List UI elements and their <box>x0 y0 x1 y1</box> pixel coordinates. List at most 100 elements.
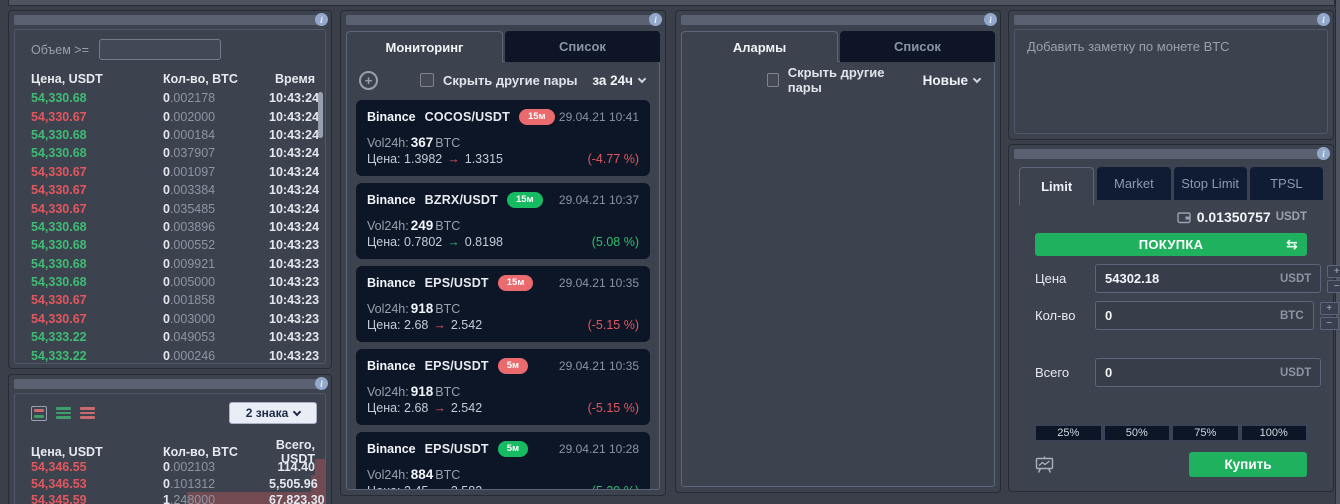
orderbook-row[interactable]: 54,346.53 0.101312 5,505.96 <box>15 475 325 492</box>
price-input[interactable] <box>1105 271 1280 286</box>
trade-price: 54,333.22 <box>31 330 87 345</box>
amount-increment-button[interactable]: + <box>1319 301 1339 315</box>
signal-datetime: 29.04.21 10:35 <box>558 359 639 373</box>
table-row: 54,330.68 0.005000 10:43:23 <box>15 273 325 291</box>
signal-card[interactable]: Binance COCOS/USDT 15м 29.04.21 10:41 Vo… <box>356 100 650 176</box>
price-to: 2.542 <box>450 401 483 415</box>
trade-price: 54,330.67 <box>31 164 87 179</box>
trade-time: 10:43:24 <box>269 146 320 161</box>
percent-100-button[interactable]: 100% <box>1240 425 1307 441</box>
chevron-down-icon <box>637 74 647 84</box>
price-increment-button[interactable]: + <box>1327 264 1340 278</box>
signal-card[interactable]: Binance EPS/USDT 5м 29.04.21 10:28 Vol24… <box>356 432 650 489</box>
book-asks-view-icon[interactable] <box>80 407 95 419</box>
exchange-name: Binance <box>367 442 416 456</box>
info-icon[interactable]: i <box>315 377 328 390</box>
volume-line: Vol24h: 918 BTC <box>367 384 461 399</box>
coin-note-textarea[interactable] <box>1015 30 1327 133</box>
table-row: 54,333.22 0.049053 10:43:23 <box>15 328 325 346</box>
tab-market[interactable]: Market <box>1097 167 1171 200</box>
swap-side-icon[interactable]: ⇆ <box>1286 236 1298 253</box>
orderbook-panel-body: 2 знака Цена, USDT Кол-во, BTC Всего, US… <box>14 393 326 504</box>
amount-input[interactable] <box>1105 308 1280 323</box>
trade-price: 54,330.67 <box>31 109 87 124</box>
trade-qty-int: 0 <box>163 219 170 234</box>
alarms-filter-dropdown[interactable]: Новые <box>923 73 982 88</box>
balance-unit: USDT <box>1275 211 1307 223</box>
trade-qty: 0.003000 <box>163 312 269 326</box>
trades-panel-body: Объем >= Цена, USDT Кол-во, BTC Время 54… <box>14 29 326 364</box>
signal-card[interactable]: Binance EPS/USDT 15м 29.04.21 10:35 Vol2… <box>356 266 650 342</box>
tab-stop-limit[interactable]: Stop Limit <box>1173 167 1247 200</box>
trade-qty-int: 0 <box>163 127 170 142</box>
book-bids-view-icon[interactable] <box>56 407 71 419</box>
panel-drag-handle[interactable]: i <box>1014 147 1330 160</box>
price-to: 2.542 <box>450 318 483 332</box>
info-icon[interactable]: i <box>1317 147 1330 160</box>
buy-submit-button[interactable]: Купить <box>1189 452 1307 477</box>
trade-qty-frac: .002178 <box>169 91 216 106</box>
hide-other-pairs-label: Скрыть другие пары <box>443 72 578 88</box>
info-icon[interactable]: i <box>315 13 328 26</box>
period-dropdown[interactable]: за 24ч <box>592 73 647 88</box>
trade-qty-int: 0 <box>163 311 170 326</box>
trade-qty-int: 0 <box>163 164 170 179</box>
info-icon[interactable]: i <box>1317 13 1330 26</box>
percent-25-button[interactable]: 25% <box>1035 425 1102 441</box>
panel-drag-handle[interactable]: i <box>1014 13 1330 26</box>
trade-qty-frac: .000184 <box>169 127 216 142</box>
price-line: Цена: 2.68 → 2.542 (-5.15 %) <box>367 401 639 415</box>
tab-alarms[interactable]: Алармы <box>681 31 838 62</box>
orderbook-toolbar: 2 знака <box>15 394 325 424</box>
change-percent: (-5.15 %) <box>587 318 639 332</box>
orderbook-row[interactable]: 54,346.55 0.002103 114.40 <box>15 459 325 476</box>
ask-qty: 1.248000 <box>163 493 269 504</box>
hide-other-pairs-checkbox[interactable] <box>420 73 434 87</box>
ask-qty-frac: .002103 <box>169 460 216 475</box>
trade-qty-frac: .035485 <box>169 201 216 216</box>
chart-icon[interactable] <box>1035 456 1054 473</box>
percent-50-button[interactable]: 50% <box>1103 425 1170 441</box>
tab-list[interactable]: Список <box>505 31 660 62</box>
table-row: 54,330.68 0.000552 10:43:23 <box>15 236 325 254</box>
trade-time: 10:43:24 <box>269 219 320 234</box>
amount-decrement-button[interactable]: − <box>1319 316 1339 330</box>
trade-qty-frac: .001858 <box>169 293 216 308</box>
info-icon[interactable]: i <box>984 13 997 26</box>
orderbook-row[interactable]: 54,345.59 1.248000 67,823.30 <box>15 491 325 504</box>
price-decrement-button[interactable]: − <box>1327 279 1340 293</box>
hide-other-pairs-checkbox[interactable] <box>767 73 779 87</box>
amount-stepper: + − <box>1319 301 1340 330</box>
book-combined-view-icon[interactable] <box>31 405 47 421</box>
available-balance: 0.01350757 <box>1196 209 1271 225</box>
trade-time: 10:43:24 <box>269 91 320 106</box>
price-to: 1.3315 <box>464 152 503 166</box>
volume-filter-input[interactable] <box>98 39 221 60</box>
trade-qty-frac: .001097 <box>169 164 216 179</box>
price-to: 0.8198 <box>464 235 503 249</box>
col-qty: Кол-во, BTC <box>163 72 238 86</box>
signal-card[interactable]: Binance EPS/USDT 5м 29.04.21 10:35 Vol24… <box>356 349 650 425</box>
alarms-body: Скрыть другие пары Новые <box>681 61 995 487</box>
panel-drag-handle[interactable]: i <box>14 377 328 390</box>
tab-list[interactable]: Список <box>840 31 995 62</box>
panel-drag-handle[interactable]: i <box>14 13 328 26</box>
panel-drag-handle[interactable]: i <box>346 13 662 26</box>
side-toggle-buy[interactable]: ПОКУПКА ⇆ <box>1035 233 1307 256</box>
depth-bar <box>315 459 325 476</box>
add-pair-button[interactable]: + <box>359 70 378 90</box>
tab-monitoring[interactable]: Мониторинг <box>346 31 503 62</box>
col-qty: Кол-во, BTC <box>163 445 238 459</box>
scrollbar-thumb[interactable] <box>318 92 323 138</box>
trade-qty-frac: .003384 <box>169 183 216 198</box>
percent-75-button[interactable]: 75% <box>1172 425 1239 441</box>
panel-drag-handle[interactable]: i <box>681 13 997 26</box>
change-percent: (-5.15 %) <box>587 401 639 415</box>
total-input[interactable] <box>1105 365 1280 380</box>
signal-card[interactable]: Binance BZRX/USDT 15м 29.04.21 10:37 Vol… <box>356 183 650 259</box>
total-field: USDT <box>1095 358 1322 387</box>
tab-limit[interactable]: Limit <box>1019 167 1095 205</box>
info-icon[interactable]: i <box>649 13 662 26</box>
tab-tpsl[interactable]: TPSL <box>1249 167 1323 200</box>
decimals-dropdown[interactable]: 2 знака <box>229 402 317 424</box>
